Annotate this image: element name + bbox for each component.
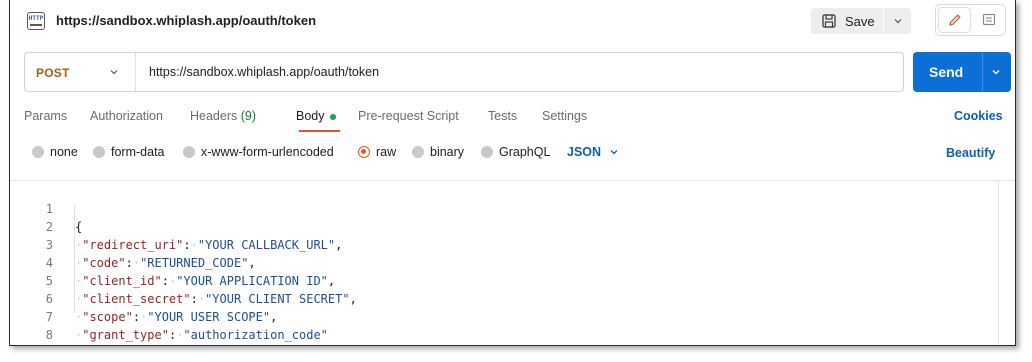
url-input[interactable]: https://sandbox.whiplash.app/oauth/token [149, 65, 379, 79]
beautify-button[interactable]: Beautify [946, 146, 995, 160]
headers-count: (9) [240, 109, 257, 123]
comment-icon [982, 13, 996, 26]
http-request-icon: HTTP [27, 12, 45, 30]
language-label: JSON [567, 145, 602, 159]
option-label: form-data [111, 145, 165, 159]
body-indicator-dot [329, 113, 336, 120]
save-button[interactable]: Save [811, 8, 883, 34]
tab-label: Headers [190, 109, 238, 123]
tab-authorization[interactable]: Authorization [90, 109, 163, 123]
save-icon [822, 14, 836, 28]
tab-headers[interactable]: Headers (9) [190, 109, 256, 123]
tab-label: Body [296, 109, 325, 123]
language-select[interactable]: JSON [567, 145, 619, 159]
request-header: HTTP https://sandbox.whiplash.app/oauth/… [10, 0, 1015, 42]
radio-button[interactable] [183, 146, 195, 158]
line-number: 9 [10, 344, 53, 345]
code-line: 7 ·"grant_type":·"authorization_code" [10, 290, 990, 342]
save-options-button[interactable] [884, 16, 911, 26]
option-label: raw [376, 145, 397, 159]
code-line: 4 ·"client_id":·"YOUR APPLICATION ID", [10, 236, 990, 288]
option-label: none [50, 145, 78, 159]
code-line: 9 [10, 326, 990, 344]
code-editor[interactable]: 1 { 2 ·"redirect_uri":·"YOUR CALLBACK_UR… [10, 180, 1015, 345]
tab-body[interactable]: Body [296, 109, 336, 123]
comments-button[interactable] [974, 7, 1004, 33]
radio-none[interactable]: none [32, 145, 78, 159]
option-label: binary [430, 145, 465, 159]
tab-tests[interactable]: Tests [488, 109, 517, 123]
divider [135, 53, 136, 91]
send-button-group: Send [913, 52, 1011, 92]
chevron-down-icon [894, 19, 901, 24]
view-mode-toggle [935, 4, 1006, 36]
radio-button[interactable] [412, 146, 424, 158]
option-label: x-www-form-urlencoded [201, 145, 334, 159]
send-button[interactable]: Send [929, 64, 963, 80]
option-label: GraphQL [499, 145, 551, 159]
chevron-down-icon [610, 150, 618, 155]
save-button-group: Save [811, 8, 911, 34]
active-tab-indicator [299, 130, 340, 132]
radio-form-data[interactable]: form-data [93, 145, 165, 159]
url-bar: POST https://sandbox.whiplash.app/oauth/… [24, 52, 904, 92]
tab-params[interactable]: Params [24, 109, 67, 123]
chevron-down-icon[interactable] [109, 67, 119, 77]
chevron-down-icon[interactable] [990, 66, 1002, 78]
radio-button[interactable] [358, 146, 370, 158]
radio-raw[interactable]: raw [358, 145, 396, 159]
code-line: 1 { [10, 182, 990, 234]
save-label: Save [845, 13, 875, 29]
radio-button[interactable] [93, 146, 105, 158]
radio-graphql[interactable]: GraphQL [481, 145, 550, 159]
cookies-link[interactable]: Cookies [954, 109, 1003, 123]
radio-x-www-form-urlencoded[interactable]: x-www-form-urlencoded [183, 145, 334, 159]
radio-binary[interactable]: binary [412, 145, 464, 159]
pencil-icon [948, 14, 960, 26]
edit-mode-button[interactable] [938, 7, 971, 33]
code-line: 8 } [10, 308, 990, 342]
code-line: 6 ·"scope":·"YOUR USER SCOPE", [10, 272, 990, 324]
radio-button[interactable] [32, 146, 44, 158]
divider [982, 52, 983, 92]
code-text: } [75, 344, 82, 345]
tab-pre-request-script[interactable]: Pre-request Script [358, 109, 459, 123]
method-select[interactable]: POST [36, 66, 69, 80]
editor-scrollbar[interactable] [998, 181, 999, 345]
radio-button[interactable] [481, 146, 493, 158]
code-line: 2 ·"redirect_uri":·"YOUR CALLBACK_URL", [10, 200, 990, 252]
code-line: 5 ·"client_secret":·"YOUR CLIENT SECRET"… [10, 254, 990, 306]
request-title[interactable]: https://sandbox.whiplash.app/oauth/token [56, 13, 316, 28]
tab-settings[interactable]: Settings [542, 109, 587, 123]
request-window: HTTP https://sandbox.whiplash.app/oauth/… [9, 0, 1016, 346]
code-line: 3 ·"code":·"RETURNED_CODE", [10, 218, 990, 270]
